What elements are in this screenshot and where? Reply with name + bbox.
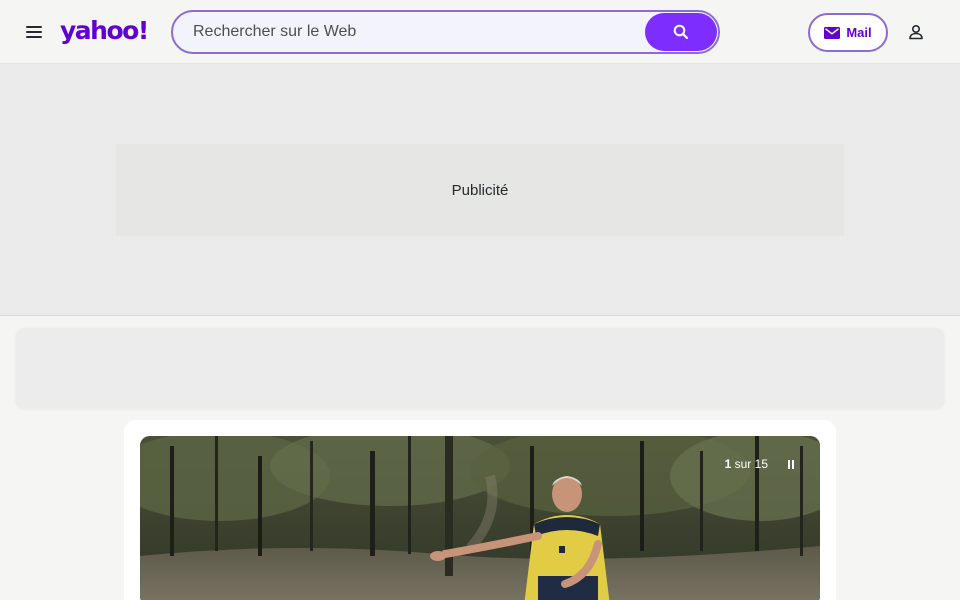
article-card: 1 sur 15 [124,420,836,600]
slide-counter: 1 sur 15 [725,457,768,471]
slideshow-image[interactable]: 1 sur 15 [140,436,820,600]
slideshow-photo [140,436,820,600]
pause-icon[interactable] [784,457,798,471]
ad-label: Publicité [451,181,509,199]
loading-placeholder [16,328,944,408]
search-button[interactable] [645,13,717,51]
slide-separator: sur [734,457,752,471]
search-bar [171,10,720,54]
ad-banner[interactable]: Publicité [116,144,844,236]
search-input[interactable] [193,12,643,52]
ad-region: Publicité [0,64,960,316]
envelope-icon [824,26,841,39]
user-profile-icon[interactable] [904,20,928,44]
slide-total: 15 [754,457,768,471]
search-icon [673,24,689,40]
slide-current: 1 [724,457,732,471]
hamburger-menu-icon[interactable] [22,20,46,44]
yahoo-logo[interactable]: yahoo! [60,14,149,48]
mail-button[interactable]: Mail [808,13,888,52]
top-header: yahoo! Mail [0,0,960,64]
mail-label: Mail [846,25,872,40]
